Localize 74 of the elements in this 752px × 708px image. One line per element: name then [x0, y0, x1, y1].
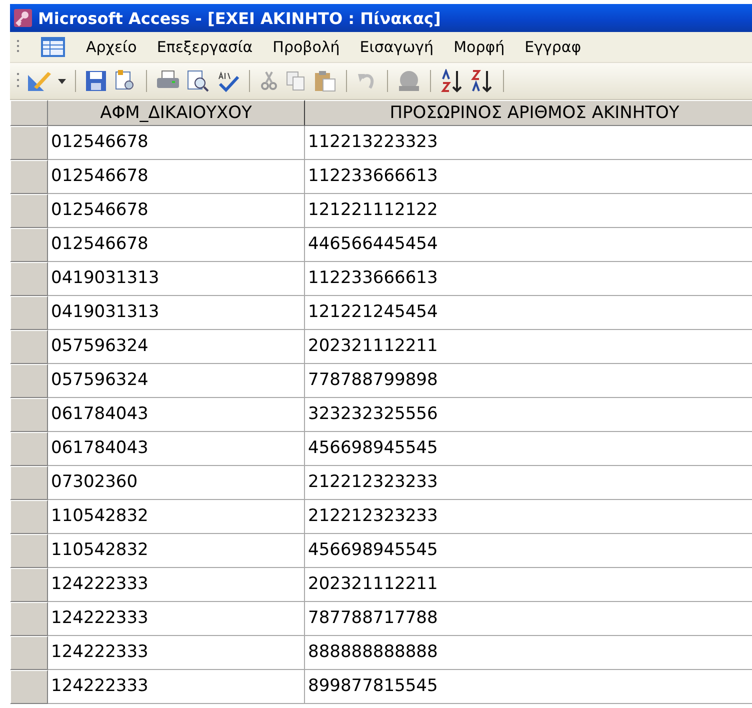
- menu-item[interactable]: Εγγραφ: [524, 38, 582, 56]
- print-preview-icon[interactable]: [186, 69, 210, 93]
- spelling-check-icon[interactable]: [216, 69, 240, 93]
- menu-item[interactable]: Προβολή: [272, 38, 340, 56]
- design-view-icon[interactable]: [26, 69, 52, 93]
- row-selector[interactable]: [10, 262, 48, 296]
- table-cell: 456698945545: [305, 432, 752, 466]
- row-selector[interactable]: [10, 534, 48, 568]
- row-selector[interactable]: [10, 466, 48, 500]
- table-cell: 456698945545: [305, 534, 752, 568]
- column-header[interactable]: ΠΡΟΣΩΡΙΝΟΣ ΑΡΙΘΜΟΣ ΑΚΙΝΗΤΟΥ: [305, 100, 752, 126]
- select-all-corner[interactable]: [10, 100, 48, 126]
- table-cell: 061784043: [48, 398, 305, 432]
- table-cell: 012546678: [48, 194, 305, 228]
- table-cell: 202321112211: [305, 330, 752, 364]
- column-header[interactable]: ΑΦΜ_ΔΙΚΑΙΟΥΧΟΥ: [48, 100, 305, 126]
- table-cell: 212212323233: [305, 466, 752, 500]
- table-cell: 057596324: [48, 364, 305, 398]
- row-selector[interactable]: [10, 670, 48, 704]
- row-selector[interactable]: [10, 228, 48, 262]
- table-cell: 057596324: [48, 330, 305, 364]
- menu-item[interactable]: Αρχείο: [86, 38, 137, 56]
- table-cell: 787788717788: [305, 602, 752, 636]
- table-cell: 778788799898: [305, 364, 752, 398]
- table-cell: 0419031313: [48, 262, 305, 296]
- table-cell: 212212323233: [305, 500, 752, 534]
- table-cell: 121221112122: [305, 194, 752, 228]
- row-selector[interactable]: [10, 330, 48, 364]
- table-window-icon[interactable]: [40, 36, 66, 58]
- paste-icon[interactable]: [313, 69, 337, 93]
- row-selector[interactable]: [10, 398, 48, 432]
- sort-ascending-icon[interactable]: [440, 69, 464, 93]
- row-selector[interactable]: [10, 568, 48, 602]
- table-cell: 110542832: [48, 534, 305, 568]
- table-cell: 112233666613: [305, 262, 752, 296]
- row-selector[interactable]: [10, 160, 48, 194]
- table-cell: 112233666613: [305, 160, 752, 194]
- table-cell: 110542832: [48, 500, 305, 534]
- row-selector[interactable]: [10, 296, 48, 330]
- menu-item[interactable]: Μορφή: [454, 38, 505, 56]
- sort-descending-icon[interactable]: [470, 69, 494, 93]
- menu-item[interactable]: Εισαγωγή: [360, 38, 434, 56]
- table-cell: 323232325556: [305, 398, 752, 432]
- menu-item[interactable]: Επεξεργασία: [156, 38, 253, 56]
- save-icon[interactable]: [85, 70, 107, 92]
- table-cell: 124222333: [48, 602, 305, 636]
- row-selector[interactable]: [10, 432, 48, 466]
- row-selector[interactable]: [10, 602, 48, 636]
- key-icon: [14, 9, 32, 27]
- table-cell: 0419031313: [48, 296, 305, 330]
- table-cell: 121221245454: [305, 296, 752, 330]
- table-cell: 124222333: [48, 636, 305, 670]
- table-cell: 012546678: [48, 126, 305, 160]
- table-cell: 124222333: [48, 670, 305, 704]
- table-cell: 202321112211: [305, 568, 752, 602]
- table-cell: 124222333: [48, 568, 305, 602]
- row-selector[interactable]: [10, 500, 48, 534]
- table-cell: 446566445454: [305, 228, 752, 262]
- table-cell: 888888888888: [305, 636, 752, 670]
- cut-icon[interactable]: [259, 70, 279, 92]
- grip-icon[interactable]: [16, 39, 20, 55]
- table-cell: 012546678: [48, 160, 305, 194]
- dropdown-arrow-icon[interactable]: [58, 78, 66, 84]
- table-cell: 012546678: [48, 228, 305, 262]
- table-cell: 07302360: [48, 466, 305, 500]
- row-selector[interactable]: [10, 194, 48, 228]
- table-cell: 112213223323: [305, 126, 752, 160]
- row-selector[interactable]: [10, 636, 48, 670]
- table-cell: 061784043: [48, 432, 305, 466]
- row-selector[interactable]: [10, 364, 48, 398]
- row-selector[interactable]: [10, 126, 48, 160]
- copy-icon[interactable]: [285, 70, 307, 92]
- window-title: Microsoft Access - [ΕΧΕΙ ΑΚΙΝΗΤΟ : Πίνακας]: [38, 8, 441, 28]
- table-cell: 899877815545: [305, 670, 752, 704]
